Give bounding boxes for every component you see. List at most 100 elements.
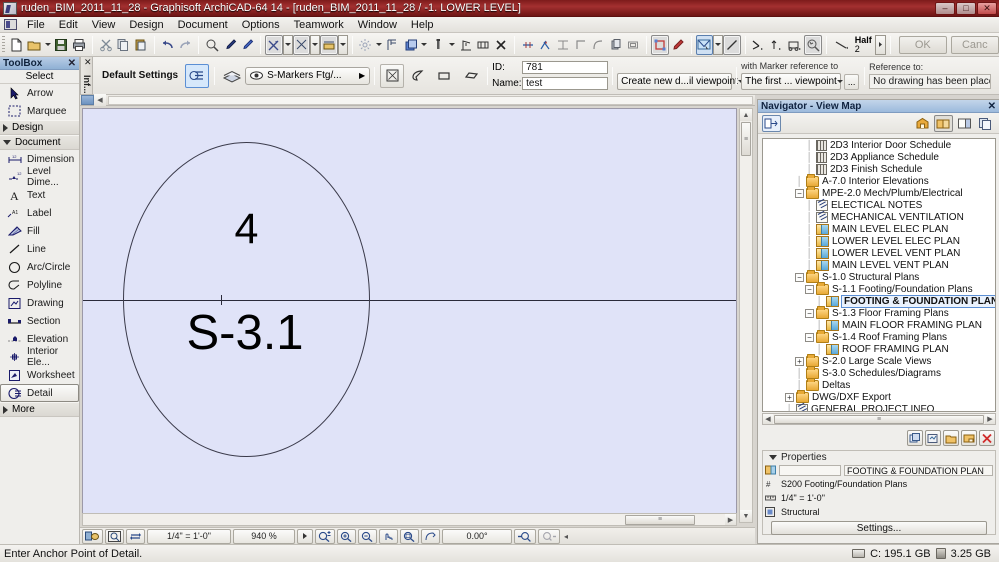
menu-item-file[interactable]: File <box>20 18 52 32</box>
fit-in-window-icon[interactable] <box>400 529 419 544</box>
magic-wand-icon[interactable] <box>804 35 822 55</box>
navigator-tree[interactable]: │2D3 Interior Door Schedule│2D3 Applianc… <box>762 138 996 412</box>
crane-icon[interactable] <box>457 35 475 55</box>
menu-item-design[interactable]: Design <box>122 18 170 32</box>
open-dropdown-arrow[interactable] <box>43 35 53 55</box>
tree-item[interactable]: −S-1.3 Floor Framing Plans <box>763 307 995 319</box>
tree-item[interactable]: │S-3.0 Schedules/Diagrams <box>763 367 995 379</box>
toolbox-group-document[interactable]: Document <box>0 135 79 150</box>
copy-icon[interactable] <box>115 35 133 55</box>
tree-item[interactable]: │LOWER LEVEL ELEC PLAN <box>763 235 995 247</box>
tool-drawing[interactable]: Drawing <box>0 294 79 312</box>
paste-icon[interactable] <box>132 35 150 55</box>
new-document-icon[interactable] <box>7 35 25 55</box>
tree-item[interactable]: │ROOF FRAMING PLAN <box>763 343 995 355</box>
split-icon[interactable] <box>519 35 537 55</box>
tree-item[interactable]: +S-2.0 Large Scale Views <box>763 355 995 367</box>
open-in-new-icon[interactable] <box>762 115 781 132</box>
tool-label[interactable]: A1 Label <box>0 204 79 222</box>
tree-item[interactable]: │MAIN LEVEL ELEC PLAN <box>763 223 995 235</box>
expand-icon[interactable]: + <box>785 393 794 402</box>
rebuild-icon[interactable] <box>126 529 145 544</box>
scale-display[interactable]: 1/4" = 1'-0" <box>147 529 231 544</box>
tool-arrow[interactable]: Arrow <box>0 84 79 102</box>
layer-combo[interactable]: S-Markers Ftg/... ▶ <box>245 67 370 85</box>
tree-item[interactable]: │GENERAL PROJECT INFO <box>763 403 995 412</box>
tree-item[interactable]: │MAIN LEVEL VENT PLAN <box>763 259 995 271</box>
new-folder-icon[interactable] <box>943 430 959 446</box>
layers-dropdown[interactable] <box>419 35 429 55</box>
favorites-icon[interactable] <box>185 64 209 88</box>
property-name-blank[interactable] <box>779 465 841 476</box>
model-canvas[interactable]: 4 S-3.1 <box>82 108 737 523</box>
properties-header[interactable]: Properties <box>763 451 995 464</box>
pan-icon[interactable] <box>379 529 398 544</box>
quick-options-icon[interactable] <box>82 529 103 544</box>
name-field[interactable]: test <box>522 77 608 90</box>
zoom-next-arrow[interactable] <box>297 529 313 544</box>
sun-icon[interactable] <box>357 35 375 55</box>
rectangle-marker-icon[interactable] <box>432 64 456 88</box>
detail-marker-icon[interactable] <box>696 35 714 55</box>
tree-item[interactable]: │MAIN FLOOR FRAMING PLAN <box>763 319 995 331</box>
vscroll-up-arrow[interactable]: ▲ <box>740 109 752 121</box>
tree-item[interactable]: │2D3 Finish Schedule <box>763 163 995 175</box>
sun-dropdown[interactable] <box>374 35 384 55</box>
marker-reference-dropdown[interactable]: The first ... viewpoint <box>741 73 841 90</box>
arrow-snap-dropdown[interactable] <box>283 35 293 55</box>
open-folder-icon[interactable] <box>25 35 43 55</box>
publisher-sets-icon[interactable] <box>976 115 995 132</box>
marker-reference-more-button[interactable]: ... <box>844 74 859 90</box>
minimize-button[interactable]: – <box>935 2 955 15</box>
tree-item[interactable]: │ELECTICAL NOTES <box>763 199 995 211</box>
collapse-icon[interactable]: − <box>805 309 814 318</box>
tool-worksheet[interactable]: Worksheet <box>0 366 79 384</box>
menu-item-window[interactable]: Window <box>351 18 404 32</box>
collapse-icon[interactable]: − <box>805 333 814 342</box>
redo-icon[interactable] <box>177 35 195 55</box>
find-icon[interactable] <box>203 35 221 55</box>
layers-icon[interactable] <box>402 35 420 55</box>
vscroll-thumb[interactable]: ≡ <box>741 122 751 156</box>
pen-dropdown[interactable] <box>447 35 457 55</box>
canvasbar-overflow-arrow[interactable]: ◂ <box>562 532 568 541</box>
tool-level-dimension[interactable]: 12 Level Dime... <box>0 168 79 186</box>
pin-view-icon[interactable] <box>81 95 94 105</box>
preview-icon[interactable] <box>105 529 124 544</box>
intersect-icon[interactable] <box>536 35 554 55</box>
menu-item-edit[interactable]: Edit <box>52 18 85 32</box>
hscroll-right-arrow[interactable]: ▶ <box>725 514 736 525</box>
ok-button[interactable]: OK <box>899 36 947 54</box>
new-view-icon[interactable] <box>925 430 941 446</box>
measure-dropdown[interactable] <box>338 35 348 55</box>
tree-item[interactable]: │2D3 Appliance Schedule <box>763 151 995 163</box>
tool-polyline[interactable]: Polyline <box>0 276 79 294</box>
arrow-snap-icon[interactable] <box>265 35 283 55</box>
toolbar-grip[interactable] <box>2 36 5 54</box>
property-name-value[interactable]: FOOTING & FOUNDATION PLAN <box>844 465 993 476</box>
polygon-marker-icon[interactable] <box>406 64 430 88</box>
menu-item-view[interactable]: View <box>85 18 123 32</box>
detail-marker-dropdown[interactable] <box>713 35 723 55</box>
menu-item-help[interactable]: Help <box>404 18 441 32</box>
collapse-icon[interactable]: − <box>795 189 804 198</box>
navigator-close-icon[interactable]: ✕ <box>988 101 996 112</box>
zoom-back-icon[interactable] <box>514 529 536 544</box>
layer-stack-icon[interactable] <box>220 64 244 88</box>
create-viewpoint-dropdown[interactable]: Create new d...il viewpoint <box>617 73 732 90</box>
fillet-icon[interactable] <box>589 35 607 55</box>
id-field[interactable]: 781 <box>522 61 608 74</box>
tool-detail[interactable]: Detail <box>0 384 79 402</box>
maximize-button[interactable]: □ <box>956 2 976 15</box>
tree-item[interactable]: −S-1.4 Roof Framing Plans <box>763 331 995 343</box>
canvas-horizontal-scrollbar[interactable]: ≡ ▶ <box>82 513 737 526</box>
save-icon[interactable] <box>53 35 71 55</box>
orientation-angle-display[interactable]: 0.00° <box>442 529 512 544</box>
tool-interior-elevation[interactable]: Interior Ele... <box>0 348 79 366</box>
expand-icon[interactable]: + <box>795 357 804 366</box>
pen-weight-dropdown[interactable] <box>875 35 886 55</box>
close-tool-icon[interactable] <box>492 35 510 55</box>
guide-snap-icon[interactable] <box>768 35 786 55</box>
tree-item[interactable]: −S-1.1 Footing/Foundation Plans <box>763 283 995 295</box>
tree-item[interactable]: │FOOTING & FOUNDATION PLAN <box>763 295 995 307</box>
